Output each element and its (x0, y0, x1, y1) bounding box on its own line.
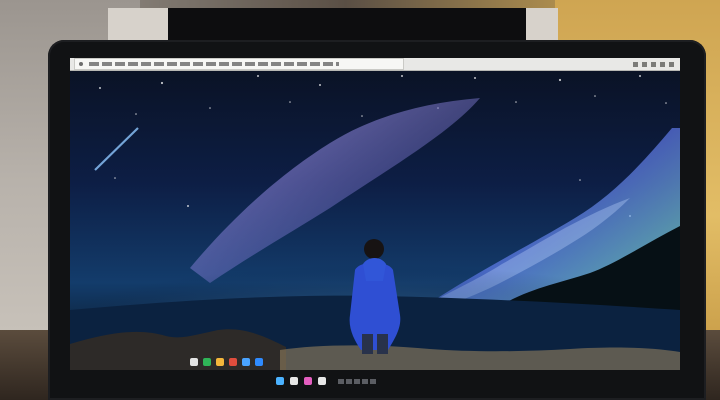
browser-top-bar[interactable] (70, 58, 680, 71)
browser-tab[interactable] (74, 58, 404, 70)
app-icon-3[interactable] (216, 358, 224, 366)
profile-icon[interactable] (660, 61, 665, 67)
bezel-icon-2 (290, 377, 298, 385)
app-icon-5[interactable] (242, 358, 250, 366)
brand-mark (338, 378, 376, 384)
bezel-status-area (276, 376, 396, 386)
night-sky-wallpaper (70, 58, 680, 370)
extension-icon[interactable] (651, 61, 656, 67)
app-icon-4[interactable] (229, 358, 237, 366)
app-icon-6[interactable] (255, 358, 263, 366)
tab-title-unreadable (89, 62, 339, 66)
bezel-icon-4 (318, 377, 326, 385)
app-icon-2[interactable] (203, 358, 211, 366)
bezel-icon-3 (304, 377, 312, 385)
window-tools (633, 61, 674, 67)
app-icon-1[interactable] (190, 358, 198, 366)
tab-favicon-icon (79, 62, 83, 66)
bezel-icon-1 (276, 377, 284, 385)
laptop-screen[interactable] (70, 58, 680, 370)
close-icon[interactable] (669, 61, 674, 67)
maximize-icon[interactable] (642, 61, 647, 67)
minimize-icon[interactable] (633, 61, 638, 67)
taskbar (190, 356, 300, 368)
